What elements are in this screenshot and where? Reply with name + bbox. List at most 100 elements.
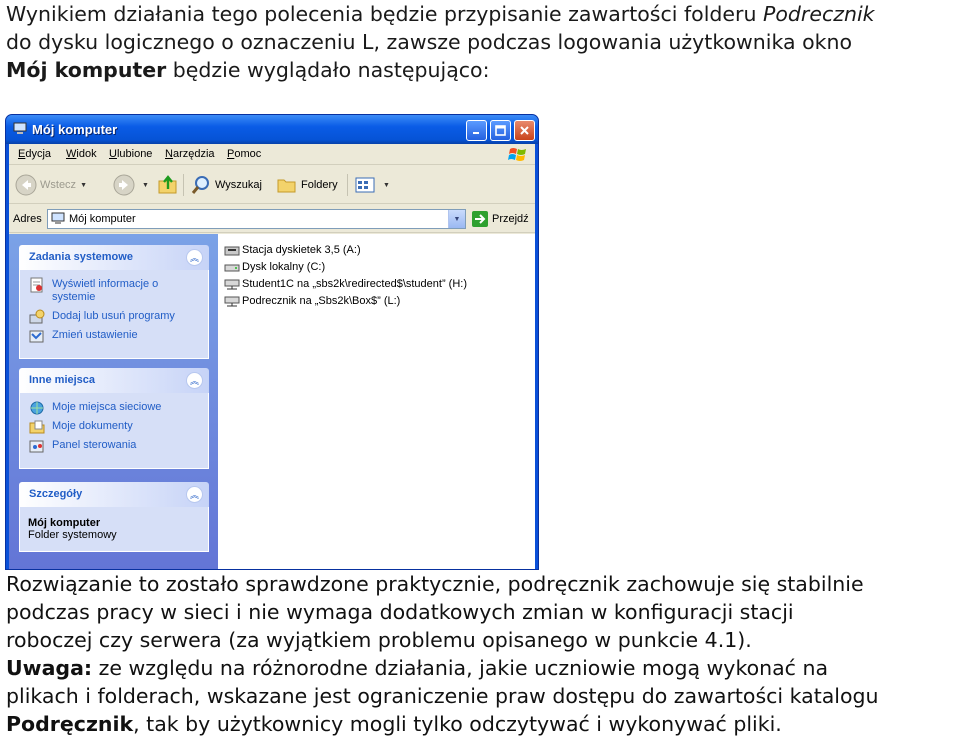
system-tasks-header[interactable]: Zadania systemowe ︽ bbox=[19, 245, 209, 270]
maximize-button[interactable] bbox=[490, 120, 511, 141]
windows-flag-icon bbox=[508, 148, 526, 161]
note-line-1-text: ze względu na różnorodne działania, jaki… bbox=[92, 656, 829, 680]
hard-drive-icon bbox=[224, 264, 240, 272]
menu-bar: Edycja Widok Ulubione Narzędzia Pomoc bbox=[9, 144, 535, 165]
link-control-panel[interactable]: Panel sterowania bbox=[28, 439, 200, 453]
intro-line-2: do dysku logicznego o oznaczeniu L, zaws… bbox=[6, 30, 853, 54]
intro-line-3: Mój komputer będzie wyglądało następując… bbox=[6, 56, 875, 84]
system-tasks-title: Zadania systemowe bbox=[29, 251, 133, 263]
network-drive-icon bbox=[224, 279, 240, 290]
folders-button[interactable]: Foldery bbox=[276, 173, 338, 197]
address-dropdown-icon[interactable]: ▼ bbox=[448, 210, 465, 228]
note-label: Uwaga: bbox=[6, 656, 93, 680]
conclusion-paragraph: Rozwiązanie to zostało sprawdzone prakty… bbox=[6, 570, 879, 738]
views-icon bbox=[355, 177, 375, 193]
intro-line-1: Wynikiem działania tego polecenia będzie… bbox=[6, 0, 875, 28]
collapse-chevron-icon[interactable]: ︽ bbox=[186, 372, 203, 389]
go-label: Przejdź bbox=[492, 213, 529, 225]
add-remove-programs-icon bbox=[29, 309, 45, 324]
note-line-2: plikach i folderach, wskazane jest ogran… bbox=[6, 684, 879, 708]
window-client-area: Edycja Widok Ulubione Narzędzia Pomoc Ws… bbox=[9, 144, 535, 569]
close-button[interactable] bbox=[514, 120, 535, 141]
minimize-button[interactable] bbox=[466, 120, 487, 141]
link-control-panel-label: Panel sterowania bbox=[52, 439, 137, 451]
minimize-icon bbox=[473, 132, 479, 134]
link-change-setting[interactable]: Zmień ustawienie bbox=[28, 329, 200, 343]
drive-network-l[interactable]: Podrecznik na „Sbs2k\Box$” (L:) bbox=[224, 293, 400, 309]
floppy-drive-icon bbox=[224, 246, 240, 256]
network-places-icon bbox=[30, 401, 44, 415]
control-panel-icon bbox=[29, 330, 44, 343]
go-arrow-icon bbox=[472, 211, 488, 227]
link-my-documents[interactable]: Moje dokumenty bbox=[28, 420, 200, 434]
system-tasks-panel: Zadania systemowe ︽ Wyświetl informacje … bbox=[19, 245, 209, 359]
drive-floppy[interactable]: Stacja dyskietek 3,5 (A:) bbox=[224, 242, 361, 258]
link-system-info-label: Wyświetl informacje o systemie bbox=[52, 278, 159, 303]
link-system-info[interactable]: Wyświetl informacje o systemie bbox=[28, 277, 200, 304]
conclusion-line-2: podczas pracy w sieci i nie wymaga dodat… bbox=[6, 600, 794, 624]
search-icon bbox=[191, 176, 209, 194]
menu-ulubione[interactable]: Ulubione bbox=[109, 148, 152, 160]
forward-dropdown-icon[interactable]: ▼ bbox=[142, 182, 149, 189]
other-places-body: Moje miejsca sieciowe Moje dokumenty Pan… bbox=[19, 393, 209, 469]
back-button[interactable]: Wstecz ▼ bbox=[15, 173, 87, 197]
close-icon bbox=[520, 126, 529, 135]
file-view: Stacja dyskietek 3,5 (A:) Dysk lokalny (… bbox=[218, 234, 535, 569]
forward-button[interactable]: ▼ bbox=[113, 173, 149, 197]
computer-icon bbox=[51, 212, 65, 224]
menu-widok[interactable]: Widok bbox=[66, 148, 97, 160]
address-input[interactable]: Mój komputer ▼ bbox=[47, 209, 466, 229]
drive-network-l-label: Podrecznik na „Sbs2k\Box$” (L:) bbox=[242, 295, 401, 307]
drive-local-label: Dysk lokalny (C:) bbox=[242, 261, 326, 273]
back-label: Wstecz bbox=[40, 179, 77, 191]
link-network-places[interactable]: Moje miejsca sieciowe bbox=[28, 401, 200, 415]
drive-network-h[interactable]: Student1C na „sbs2k\redirected$\student”… bbox=[224, 276, 467, 292]
search-button[interactable]: Wyszukaj bbox=[190, 173, 262, 197]
intro-line-3-text: będzie wyglądało następująco: bbox=[166, 58, 490, 82]
toolbar: Wstecz ▼ ▼ Wyszukaj Foldery ▼ bbox=[9, 166, 535, 204]
other-places-header[interactable]: Inne miejsca ︽ bbox=[19, 368, 209, 393]
window-titlebar[interactable]: Mój komputer bbox=[6, 115, 538, 144]
conclusion-line-3: roboczej czy serwera (za wyjątkiem probl… bbox=[6, 628, 752, 652]
menu-narzedzia[interactable]: Narzędzia bbox=[165, 148, 215, 160]
collapse-chevron-icon[interactable]: ︽ bbox=[186, 249, 203, 266]
drive-local[interactable]: Dysk lokalny (C:) bbox=[224, 259, 325, 275]
drive-floppy-label: Stacja dyskietek 3,5 (A:) bbox=[242, 244, 361, 256]
up-folder-button[interactable] bbox=[157, 173, 182, 197]
views-button[interactable]: ▼ bbox=[354, 173, 390, 197]
computer-icon bbox=[13, 122, 27, 134]
go-button[interactable]: Przejdź bbox=[471, 210, 529, 228]
control-panel-icon bbox=[29, 440, 44, 453]
collapse-chevron-icon[interactable]: ︽ bbox=[186, 486, 203, 503]
my-computer-window: Mój komputer Edycja Widok Ulubione Narzę… bbox=[5, 114, 539, 570]
folder-up-icon bbox=[158, 175, 177, 194]
menu-pomoc[interactable]: Pomoc bbox=[227, 148, 261, 160]
details-header[interactable]: Szczegóły ︽ bbox=[19, 482, 209, 507]
intro-line-1-text: Wynikiem działania tego polecenia będzie… bbox=[6, 2, 763, 26]
conclusion-line-1: Rozwiązanie to zostało sprawdzone prakty… bbox=[6, 572, 864, 596]
note-line-3-text: , tak by użytkownicy mogli tylko odczyty… bbox=[133, 712, 782, 736]
details-body: Mój komputer Folder systemowy bbox=[19, 507, 209, 552]
search-label: Wyszukaj bbox=[215, 179, 262, 191]
back-dropdown-icon[interactable]: ▼ bbox=[80, 182, 87, 189]
other-places-title: Inne miejsca bbox=[29, 374, 96, 386]
address-value: Mój komputer bbox=[69, 213, 136, 225]
system-tasks-body: Wyświetl informacje o systemie Dodaj lub… bbox=[19, 270, 209, 359]
maximize-icon bbox=[495, 125, 506, 136]
folders-icon bbox=[277, 179, 296, 193]
note-line-1: Uwaga: ze względu na różnorodne działani… bbox=[6, 654, 879, 682]
system-info-icon bbox=[30, 277, 43, 293]
link-network-places-label: Moje miejsca sieciowe bbox=[52, 401, 162, 413]
link-add-remove-programs[interactable]: Dodaj lub usuń programy bbox=[28, 309, 200, 324]
intro-paragraph: Wynikiem działania tego polecenia będzie… bbox=[6, 0, 875, 84]
toolbar-separator bbox=[347, 174, 348, 196]
link-add-remove-programs-label: Dodaj lub usuń programy bbox=[52, 310, 175, 322]
details-name: Mój komputer bbox=[28, 517, 101, 529]
network-drive-icon bbox=[224, 296, 240, 307]
address-label: Adres bbox=[13, 213, 42, 225]
back-arrow-icon bbox=[15, 174, 37, 196]
note-folder-name: Podręcznik bbox=[6, 712, 134, 736]
views-dropdown-icon[interactable]: ▼ bbox=[383, 182, 390, 189]
menu-edycja[interactable]: Edycja bbox=[18, 148, 51, 160]
drive-network-h-label: Student1C na „sbs2k\redirected$\student”… bbox=[242, 278, 468, 290]
